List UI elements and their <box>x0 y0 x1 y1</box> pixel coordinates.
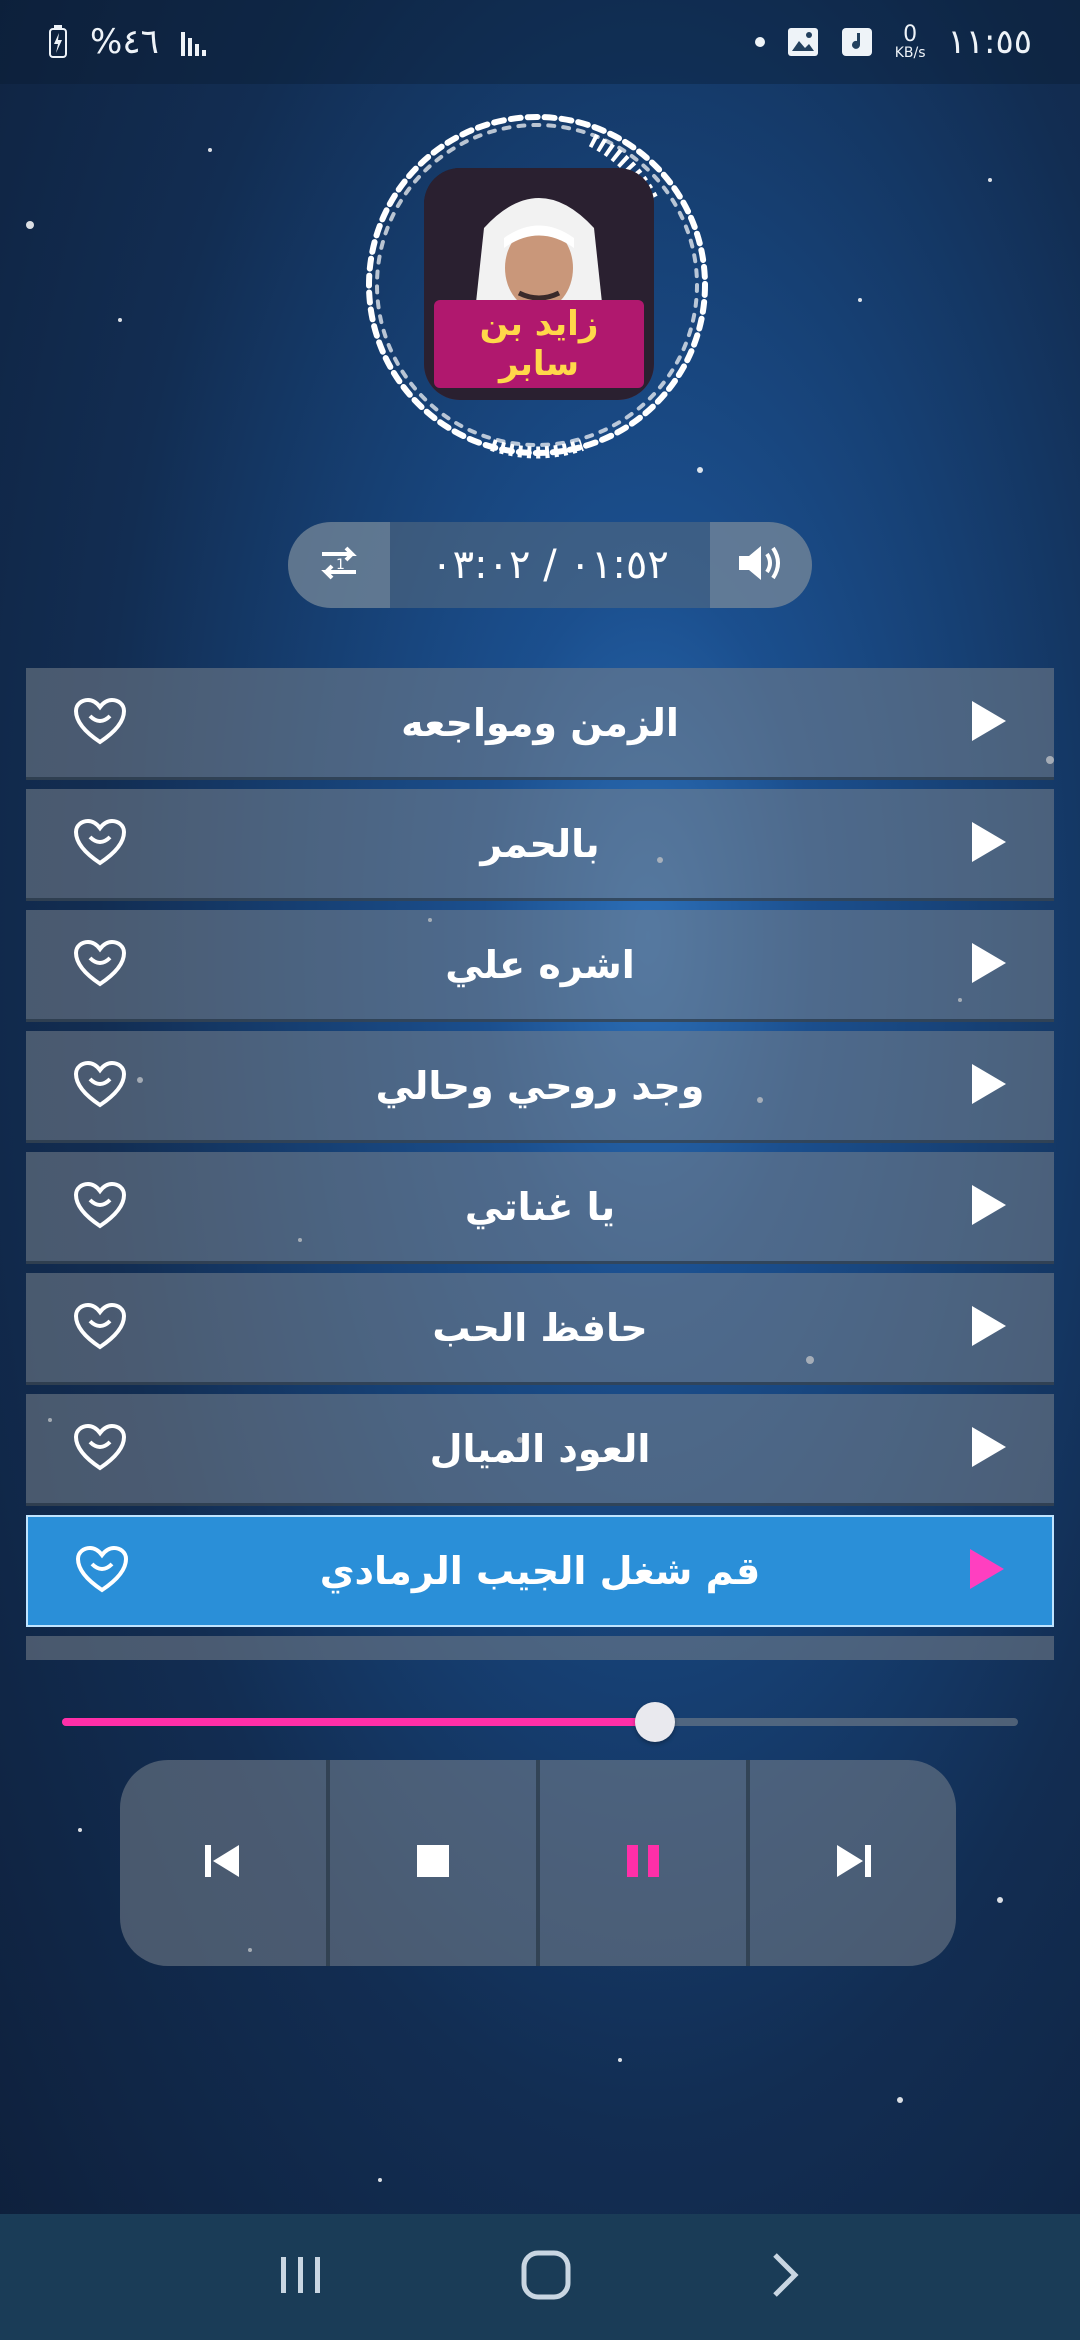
play-icon <box>972 942 1006 983</box>
play-button[interactable] <box>970 1549 1004 1593</box>
track-row[interactable]: يا غناتي <box>26 1152 1054 1264</box>
stop-icon <box>415 1843 451 1883</box>
play-button[interactable] <box>972 1184 1006 1229</box>
play-button[interactable] <box>972 700 1006 745</box>
recents-button[interactable] <box>277 2253 325 2301</box>
volume-button[interactable] <box>710 522 812 608</box>
track-row[interactable]: وجد روحي وحالي <box>26 1031 1054 1143</box>
play-button[interactable] <box>972 1305 1006 1350</box>
status-left: %٤٦ <box>48 22 211 62</box>
signal-icon <box>180 28 211 56</box>
heart-smile-icon <box>72 1302 128 1355</box>
play-button[interactable] <box>972 1063 1006 1108</box>
play-button[interactable] <box>972 1426 1006 1471</box>
heart-smile-icon <box>72 697 128 750</box>
repeat-button[interactable]: 1 <box>288 522 390 608</box>
seek-thumb[interactable] <box>634 1702 675 1742</box>
favorite-button[interactable] <box>72 1180 128 1234</box>
play-icon <box>972 1426 1006 1467</box>
heart-smile-icon <box>72 1181 128 1234</box>
album-art: زايد بن سابر <box>424 168 654 400</box>
play-icon <box>972 1184 1006 1225</box>
play-icon <box>972 1063 1006 1104</box>
track-title: بالحمر <box>480 821 600 866</box>
previous-button[interactable] <box>120 1760 330 1966</box>
back-button[interactable] <box>767 2249 803 2305</box>
net-speed-value: 0 <box>903 22 918 47</box>
favorite-button[interactable] <box>72 938 128 992</box>
track-title: قم شغل الجيب الرمادي <box>319 1549 761 1593</box>
favorite-button[interactable] <box>74 1544 130 1598</box>
play-icon <box>972 1305 1006 1346</box>
favorite-button[interactable] <box>72 1422 128 1476</box>
track-title: يا غناتي <box>464 1184 616 1229</box>
seek-progress <box>62 1718 655 1726</box>
track-row-partial <box>26 1636 1054 1660</box>
clock: ١١:٥٥ <box>947 22 1032 62</box>
track-title: حافظ الحب <box>432 1305 648 1350</box>
playback-time: ٠١:٥٢ / ٠٣:٠٢ <box>431 542 669 588</box>
recents-icon <box>281 2257 321 2293</box>
notification-dot-icon <box>754 37 765 47</box>
repeat-one-icon: 1 <box>314 540 364 590</box>
track-row[interactable]: اشره علي <box>26 910 1054 1022</box>
track-row[interactable]: حافظ الحب <box>26 1273 1054 1385</box>
heart-smile-icon <box>74 1545 130 1598</box>
play-button[interactable] <box>972 942 1006 987</box>
play-icon <box>972 821 1006 862</box>
favorite-button[interactable] <box>72 696 128 750</box>
music-notification-icon <box>841 27 873 57</box>
pause-button[interactable] <box>540 1760 750 1966</box>
track-row[interactable]: العود الميال <box>26 1394 1054 1506</box>
track-row[interactable]: قم شغل الجيب الرمادي <box>26 1515 1054 1627</box>
status-bar: %٤٦ 0 KB/s ١١:٥٥ <box>0 0 1080 84</box>
favorite-button[interactable] <box>72 817 128 871</box>
play-icon <box>972 700 1006 741</box>
heart-smile-icon <box>72 939 128 992</box>
track-title: العود الميال <box>429 1426 651 1471</box>
net-speed: 0 KB/s <box>894 22 926 61</box>
status-right: 0 KB/s ١١:٥٥ <box>754 22 1032 62</box>
favorite-button[interactable] <box>72 1059 128 1113</box>
seek-bar[interactable] <box>62 1702 1018 1742</box>
gallery-icon <box>787 27 819 57</box>
heart-smile-icon <box>72 1423 128 1476</box>
net-speed-unit: KB/s <box>894 45 926 61</box>
pause-icon <box>623 1841 663 1885</box>
track-list: الزمن ومواجعه بالحمر اشره علي وجد روحي وحال… <box>26 668 1054 1660</box>
skip-next-icon <box>831 1841 875 1885</box>
play-button[interactable] <box>972 821 1006 866</box>
home-button[interactable] <box>520 2249 572 2305</box>
favorite-button[interactable] <box>72 1301 128 1355</box>
track-row[interactable]: الزمن ومواجعه <box>26 668 1054 780</box>
play-icon <box>970 1549 1004 1589</box>
next-button[interactable] <box>750 1760 956 1966</box>
track-title: اشره علي <box>445 942 635 987</box>
stop-button[interactable] <box>330 1760 540 1966</box>
track-row[interactable]: بالحمر <box>26 789 1054 901</box>
transport-controls <box>120 1760 956 1966</box>
home-icon <box>521 2250 571 2300</box>
track-title: الزمن ومواجعه <box>401 700 679 745</box>
track-title: وجد روحي وحالي <box>375 1063 705 1108</box>
skip-previous-icon <box>201 1841 245 1885</box>
battery-charging-icon <box>48 25 68 59</box>
svg-text:1: 1 <box>336 557 345 573</box>
volume-icon <box>735 540 787 590</box>
heart-smile-icon <box>72 818 128 871</box>
back-icon <box>772 2253 799 2297</box>
time-control-bar: 1 ٠١:٥٢ / ٠٣:٠٢ <box>288 522 812 608</box>
album-art-title: زايد بن سابر <box>434 300 644 388</box>
heart-smile-icon <box>72 1060 128 1113</box>
system-nav-bar <box>0 2214 1080 2340</box>
battery-percent: %٤٦ <box>90 22 159 62</box>
